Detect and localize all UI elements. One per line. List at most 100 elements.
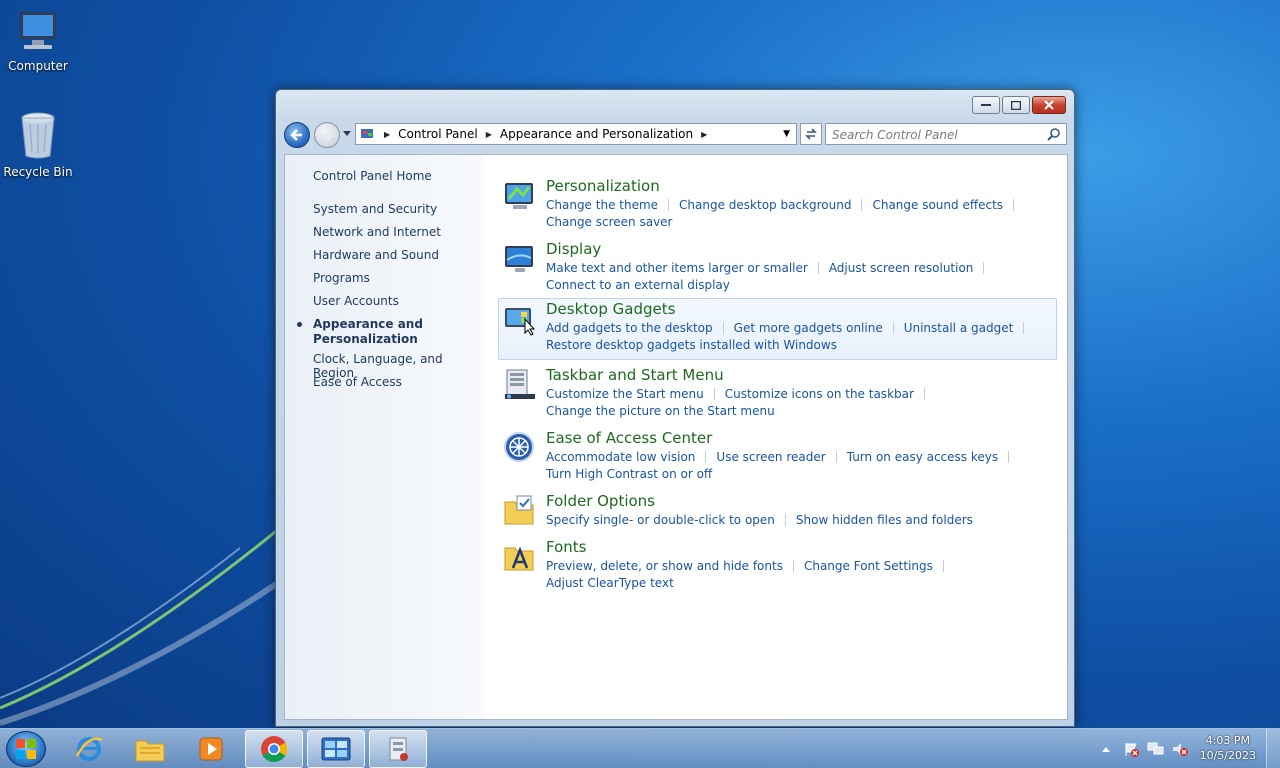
search-input[interactable] bbox=[826, 125, 1036, 145]
taskbar-control-panel[interactable] bbox=[307, 730, 365, 768]
ease-of-access-icon bbox=[504, 432, 534, 462]
category-links: Make text and other items larger or smal… bbox=[546, 260, 1046, 294]
sidebar-item-network-internet[interactable]: Network and Internet bbox=[313, 225, 441, 239]
category-title[interactable]: Personalization bbox=[546, 177, 660, 195]
refresh-button[interactable] bbox=[800, 123, 822, 145]
category-links: Add gadgets to the desktop Get more gadge… bbox=[546, 320, 1046, 354]
sidebar-item-programs[interactable]: Programs bbox=[313, 271, 370, 285]
category-taskbar-start-menu: Taskbar and Start Menu Customize the Sta… bbox=[499, 364, 1057, 426]
start-button[interactable] bbox=[6, 731, 46, 767]
desktop-icon-computer[interactable]: Computer bbox=[0, 8, 76, 73]
taskbar-internet-explorer[interactable] bbox=[60, 730, 118, 768]
forward-arrow-icon bbox=[322, 129, 334, 141]
sidebar-item-ease-of-access[interactable]: Ease of Access bbox=[313, 375, 402, 389]
search-box[interactable] bbox=[825, 123, 1067, 145]
show-desktop-button[interactable] bbox=[1266, 729, 1280, 768]
link-restore-desktop-gadgets[interactable]: Restore desktop gadgets installed with W… bbox=[546, 338, 837, 352]
back-arrow-icon bbox=[290, 129, 302, 141]
control-panel-icon bbox=[321, 737, 351, 761]
clock-time: 4:03 PM bbox=[1205, 734, 1250, 747]
minimize-icon bbox=[981, 104, 991, 106]
link-uninstall-gadget[interactable]: Uninstall a gadget bbox=[904, 321, 1014, 335]
link-make-text-larger[interactable]: Make text and other items larger or smal… bbox=[546, 261, 808, 275]
sidebar-item-hardware-sound[interactable]: Hardware and Sound bbox=[313, 248, 439, 262]
link-change-theme[interactable]: Change the theme bbox=[546, 198, 658, 212]
link-preview-fonts[interactable]: Preview, delete, or show and hide fonts bbox=[546, 559, 783, 573]
link-change-sound-effects[interactable]: Change sound effects bbox=[872, 198, 1003, 212]
left-navigation-pane: Control Panel Home System and Security N… bbox=[285, 155, 484, 719]
refresh-icon bbox=[805, 128, 817, 140]
volume-muted-icon[interactable] bbox=[1171, 741, 1189, 757]
network-icon[interactable] bbox=[1147, 741, 1165, 757]
breadcrumb-separator-icon[interactable]: ▶ bbox=[701, 130, 707, 139]
action-center-flag-icon[interactable] bbox=[1123, 741, 1139, 757]
breadcrumb-separator-icon[interactable]: ▶ bbox=[384, 130, 390, 139]
taskbar-app[interactable] bbox=[369, 730, 427, 768]
link-get-more-gadgets[interactable]: Get more gadgets online bbox=[734, 321, 883, 335]
link-show-hidden-files[interactable]: Show hidden files and folders bbox=[796, 513, 973, 527]
desktop-icon-recycle-bin[interactable]: Recycle Bin bbox=[0, 110, 76, 179]
taskbar-start-menu-icon bbox=[505, 369, 535, 399]
link-customize-taskbar-icons[interactable]: Customize icons on the taskbar bbox=[725, 387, 914, 401]
navigation-bar: ▶ Control Panel ▶ Appearance and Persona… bbox=[284, 122, 1068, 148]
folder-icon bbox=[135, 740, 165, 762]
personalization-icon bbox=[505, 183, 533, 209]
category-title[interactable]: Ease of Access Center bbox=[546, 429, 712, 447]
link-add-gadgets[interactable]: Add gadgets to the desktop bbox=[546, 321, 713, 335]
category-desktop-gadgets: Desktop Gadgets Add gadgets to the deskt… bbox=[498, 298, 1057, 360]
category-title[interactable]: Folder Options bbox=[546, 492, 655, 510]
breadcrumb-separator-icon[interactable]: ▶ bbox=[486, 130, 492, 139]
control-panel-icon bbox=[361, 129, 373, 138]
close-button[interactable] bbox=[1032, 96, 1066, 114]
category-title[interactable]: Taskbar and Start Menu bbox=[546, 366, 724, 384]
show-hidden-icons-icon[interactable] bbox=[1101, 745, 1111, 753]
maximize-button[interactable] bbox=[1002, 96, 1030, 114]
link-high-contrast[interactable]: Turn High Contrast on or off bbox=[546, 467, 712, 481]
link-adjust-cleartype[interactable]: Adjust ClearType text bbox=[546, 576, 674, 590]
link-use-screen-reader[interactable]: Use screen reader bbox=[716, 450, 825, 464]
maximize-icon bbox=[1011, 100, 1021, 110]
control-panel-window: ▶ Control Panel ▶ Appearance and Persona… bbox=[275, 89, 1075, 727]
sidebar-item-system-security[interactable]: System and Security bbox=[313, 202, 437, 216]
category-display: Display Make text and other items larger… bbox=[499, 238, 1057, 300]
breadcrumb-control-panel[interactable]: Control Panel bbox=[398, 127, 478, 141]
chrome-icon bbox=[261, 736, 288, 763]
search-icon[interactable] bbox=[1047, 127, 1061, 141]
category-title[interactable]: Fonts bbox=[546, 538, 586, 556]
category-title[interactable]: Display bbox=[546, 240, 601, 258]
link-change-screen-saver[interactable]: Change screen saver bbox=[546, 215, 673, 229]
taskbar-chrome[interactable] bbox=[245, 730, 303, 768]
link-customize-start-menu[interactable]: Customize the Start menu bbox=[546, 387, 704, 401]
control-panel-home-link[interactable]: Control Panel Home bbox=[313, 169, 432, 183]
link-connect-external-display[interactable]: Connect to an external display bbox=[546, 278, 730, 292]
computer-icon bbox=[20, 12, 56, 49]
forward-button[interactable] bbox=[314, 122, 340, 148]
link-accommodate-low-vision[interactable]: Accommodate low vision bbox=[546, 450, 695, 464]
sidebar-item-user-accounts[interactable]: User Accounts bbox=[313, 294, 399, 308]
link-change-desktop-background[interactable]: Change desktop background bbox=[679, 198, 851, 212]
link-single-double-click[interactable]: Specify single- or double-click to open bbox=[546, 513, 775, 527]
back-button[interactable] bbox=[284, 122, 310, 148]
wallpaper-swoosh bbox=[0, 526, 300, 726]
link-easy-access-keys[interactable]: Turn on easy access keys bbox=[847, 450, 998, 464]
category-links: Specify single- or double-click to open S… bbox=[546, 512, 1046, 529]
taskbar-media-player[interactable] bbox=[182, 730, 240, 768]
category-ease-of-access-center: Ease of Access Center Accommodate low vi… bbox=[499, 427, 1057, 489]
desktop-icon-label: Computer bbox=[8, 59, 68, 73]
category-title[interactable]: Desktop Gadgets bbox=[546, 300, 675, 318]
link-change-font-settings[interactable]: Change Font Settings bbox=[804, 559, 933, 573]
minimize-button[interactable] bbox=[972, 96, 1000, 114]
breadcrumb-appearance[interactable]: Appearance and Personalization bbox=[500, 127, 693, 141]
link-adjust-screen-resolution[interactable]: Adjust screen resolution bbox=[829, 261, 974, 275]
address-dropdown-icon[interactable]: ▼ bbox=[783, 129, 790, 139]
caption-buttons bbox=[970, 96, 1066, 114]
link-change-start-menu-picture[interactable]: Change the picture on the Start menu bbox=[546, 404, 775, 418]
address-bar[interactable]: ▶ Control Panel ▶ Appearance and Persona… bbox=[355, 123, 797, 145]
system-clock[interactable]: 4:03 PM 10/5/2023 bbox=[1200, 733, 1256, 763]
desktop-icon-label: Recycle Bin bbox=[3, 165, 73, 179]
fonts-icon bbox=[504, 546, 534, 571]
taskbar-windows-explorer[interactable] bbox=[121, 730, 179, 768]
recent-pages-dropdown-icon[interactable] bbox=[342, 130, 352, 138]
close-icon bbox=[1044, 100, 1054, 110]
category-links: Accommodate low vision Use screen reader T… bbox=[546, 449, 1046, 483]
